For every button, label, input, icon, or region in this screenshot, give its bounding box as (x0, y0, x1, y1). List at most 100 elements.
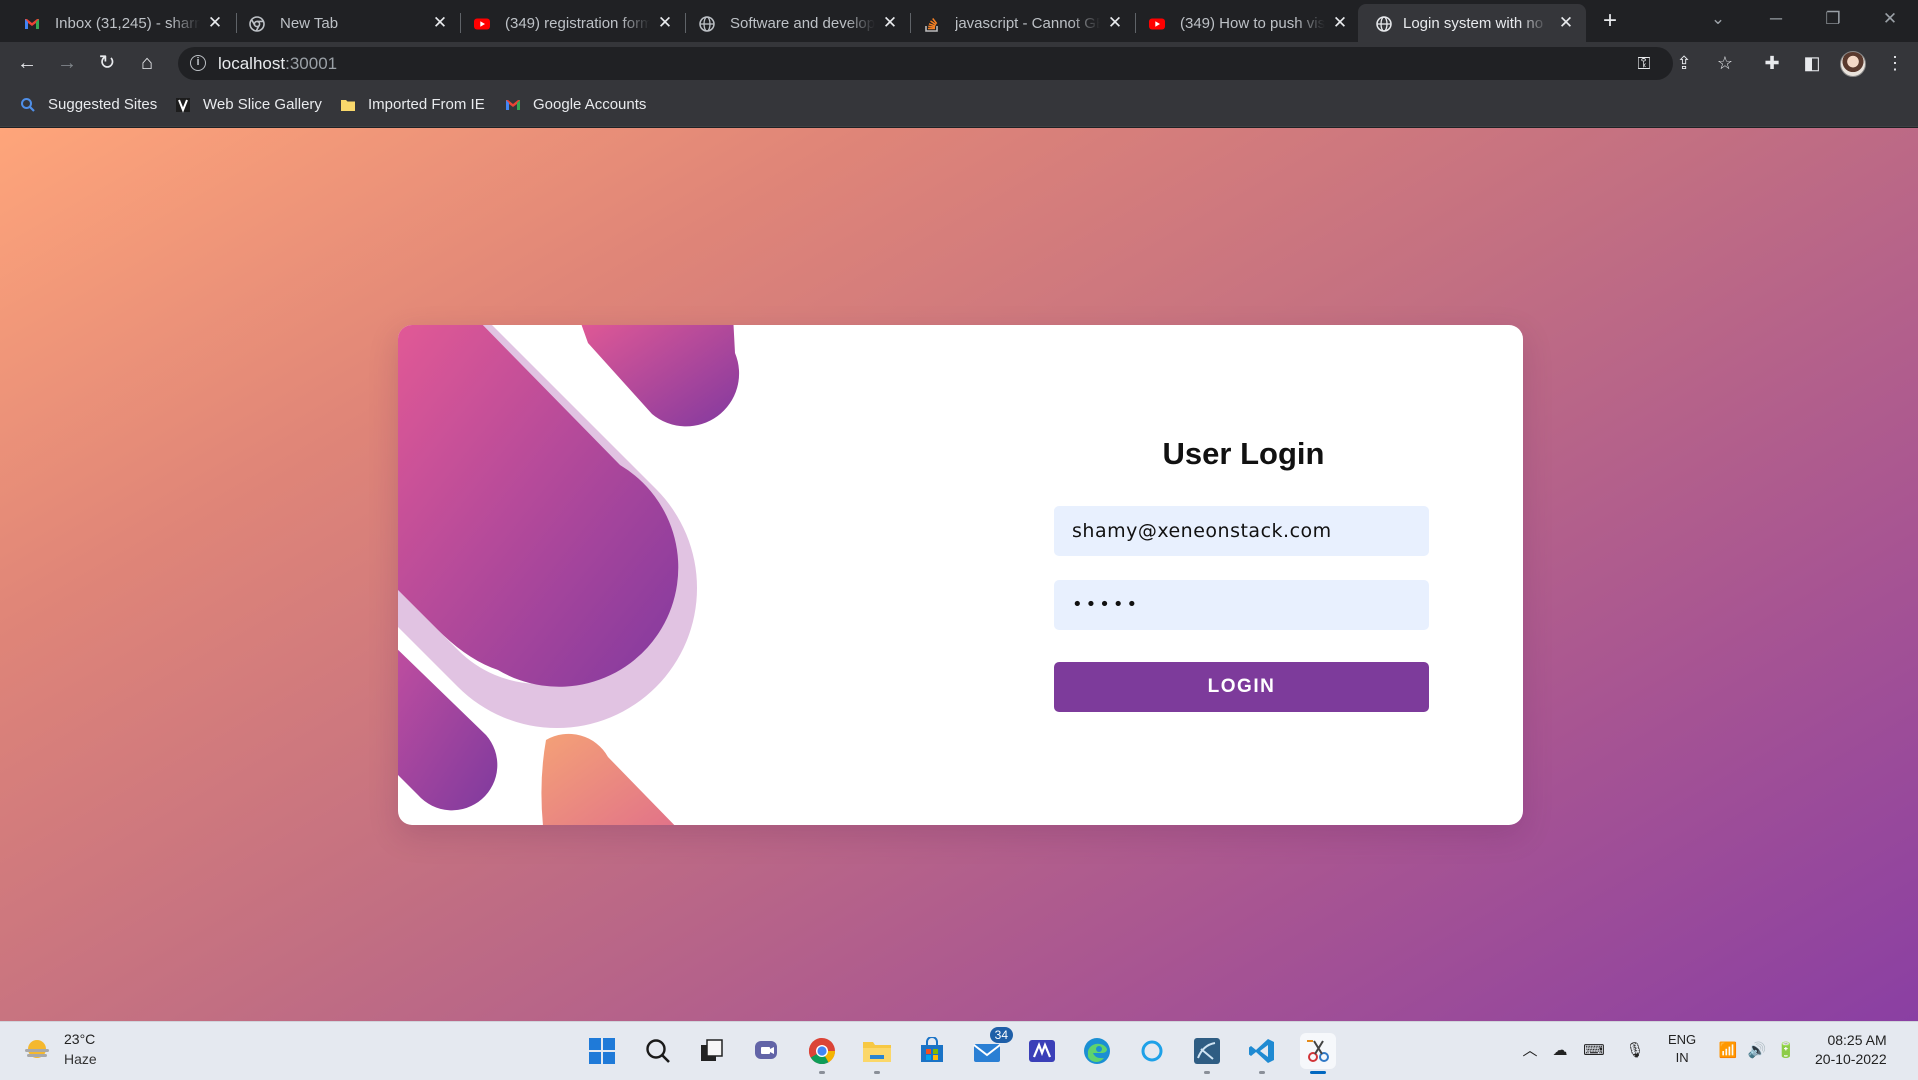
bookmark-star-icon[interactable]: ☆ (1713, 51, 1737, 75)
side-panel-icon[interactable]: ◧ (1800, 51, 1824, 75)
task-view[interactable] (694, 1033, 730, 1069)
new-tab-button[interactable]: + (1596, 8, 1624, 36)
task-view-icon (701, 1039, 723, 1061)
onedrive-cloud-icon[interactable]: ☁ (1549, 1040, 1571, 1062)
clock-time: 08:25 AM (1827, 1032, 1887, 1048)
running-indicator (819, 1071, 825, 1074)
forward-icon[interactable]: → (53, 49, 81, 77)
close-icon[interactable]: ✕ (1556, 13, 1576, 33)
taskbar-search[interactable] (640, 1033, 676, 1069)
folder-icon (341, 99, 355, 111)
running-indicator (1310, 1071, 1326, 1074)
share-icon[interactable]: ⇪ (1672, 51, 1696, 75)
close-icon[interactable]: ✕ (1105, 13, 1125, 33)
chrome-icon (249, 16, 265, 32)
login-title: User Login (1162, 436, 1325, 471)
close-icon[interactable]: ✕ (880, 13, 900, 33)
language-indicator[interactable]: ENG IN (1668, 1031, 1696, 1067)
edge-icon (1084, 1038, 1110, 1064)
extensions-icon[interactable]: ✚ (1760, 51, 1784, 75)
math-app[interactable] (1024, 1033, 1060, 1069)
tab-gmail[interactable]: Inbox (31,245) - sharm ✕ (0, 4, 235, 42)
microsoft-store[interactable] (914, 1033, 950, 1069)
mysql-workbench[interactable] (1189, 1033, 1225, 1074)
tab-search-icon[interactable]: ⌄ (1690, 0, 1746, 38)
math-icon (1029, 1040, 1055, 1062)
url-host: localhost (218, 54, 286, 73)
bookmark-suggested-sites[interactable]: Suggested Sites (20, 96, 157, 113)
windows-taskbar: 23°C Haze 34 ︿ ☁ ⌨ 🎙 ENG IN 📶 🔊 🔋 08:25 … (0, 1021, 1918, 1080)
globe-icon (1376, 16, 1392, 32)
vscode-icon (1249, 1039, 1274, 1063)
gmail-icon (506, 99, 520, 110)
cortana-icon (1141, 1040, 1163, 1062)
cortana[interactable] (1134, 1033, 1170, 1069)
running-indicator (1204, 1071, 1210, 1074)
login-card: User Login shamy@xeneonstack.com ••••• L… (398, 325, 1523, 825)
lang-line2: IN (1675, 1050, 1689, 1065)
tab-title: (349) registration form (505, 15, 650, 32)
youtube-icon (1149, 18, 1165, 30)
weather-condition: Haze (64, 1051, 97, 1067)
start-button[interactable] (584, 1033, 620, 1069)
bookmark-label: Suggested Sites (48, 96, 158, 113)
tab-title: (349) How to push vis (1180, 15, 1325, 32)
mail-app[interactable]: 34 (969, 1027, 1013, 1069)
restore-icon[interactable]: ❐ (1805, 0, 1861, 38)
stackoverflow-icon (925, 18, 938, 32)
teams-chat[interactable] (749, 1033, 785, 1069)
search-icon (646, 1039, 670, 1063)
battery-icon[interactable]: 🔋 (1775, 1040, 1797, 1062)
menu-icon[interactable]: ⋮ (1883, 51, 1907, 75)
page-background: User Login shamy@xeneonstack.com ••••• L… (0, 128, 1918, 1021)
tab-javascript-cannot-get[interactable]: javascript - Cannot GE ✕ (900, 4, 1135, 42)
mail-badge: 34 (989, 1027, 1013, 1043)
system-clock[interactable]: 08:25 AM 20-10-2022 (1815, 1031, 1887, 1069)
close-window-icon[interactable]: ✕ (1862, 0, 1918, 38)
login-button[interactable]: LOGIN (1054, 662, 1429, 712)
snipping-tool-icon (1307, 1040, 1329, 1062)
lang-line1: ENG (1668, 1032, 1697, 1047)
bookmark-imported-from-ie[interactable]: Imported From IE (340, 96, 485, 113)
home-icon[interactable]: ⌂ (133, 49, 161, 77)
bookmark-web-slice-gallery[interactable]: Web Slice Gallery (175, 96, 322, 113)
password-key-icon[interactable]: ⚿ (1633, 53, 1655, 75)
file-explorer[interactable] (859, 1033, 895, 1074)
address-bar[interactable]: i localhost:30001 ⚿ (178, 47, 1673, 80)
close-icon[interactable]: ✕ (430, 13, 450, 33)
close-icon[interactable]: ✕ (655, 13, 675, 33)
running-indicator (874, 1071, 880, 1074)
edge-browser[interactable] (1079, 1033, 1115, 1069)
tab-title: Login system with no (1403, 15, 1544, 32)
site-info-icon[interactable]: i (190, 55, 206, 71)
tab-login-system[interactable]: Login system with no ✕ (1358, 4, 1586, 42)
keyboard-icon[interactable]: ⌨ (1583, 1040, 1605, 1062)
volume-icon[interactable]: 🔊 (1746, 1040, 1768, 1062)
snipping-tool[interactable] (1300, 1033, 1336, 1074)
email-field[interactable]: shamy@xeneonstack.com (1054, 506, 1429, 556)
close-icon[interactable]: ✕ (1330, 13, 1350, 33)
password-field[interactable]: ••••• (1054, 580, 1429, 630)
tab-new-tab[interactable]: New Tab ✕ (225, 4, 460, 42)
profile-avatar[interactable] (1840, 51, 1866, 77)
weather-haze-icon[interactable] (22, 1034, 52, 1064)
windows-logo-icon (589, 1038, 615, 1064)
back-icon[interactable]: ← (13, 49, 41, 77)
tab-registration-form[interactable]: (349) registration form ✕ (450, 4, 685, 42)
taskbar-chrome[interactable] (804, 1033, 840, 1074)
tab-title: Inbox (31,245) - sharm (55, 15, 200, 32)
chrome-icon (808, 1037, 836, 1065)
gmail-icon (25, 19, 39, 29)
vscode[interactable] (1244, 1033, 1280, 1074)
microphone-icon[interactable]: 🎙 (1624, 1040, 1646, 1062)
close-icon[interactable]: ✕ (205, 13, 225, 33)
reload-icon[interactable]: ↻ (93, 49, 121, 77)
tab-software-develop[interactable]: Software and develop ✕ (675, 4, 910, 42)
tab-title: New Tab (280, 15, 339, 32)
wifi-icon[interactable]: 📶 (1717, 1040, 1739, 1062)
bookmark-google-accounts[interactable]: Google Accounts (505, 96, 646, 113)
decorative-shapes (398, 325, 740, 825)
minimize-icon[interactable]: ─ (1748, 0, 1804, 38)
show-hidden-icons-chevron-icon[interactable]: ︿ (1519, 1040, 1541, 1062)
tab-how-to-push[interactable]: (349) How to push vis ✕ (1125, 4, 1360, 42)
